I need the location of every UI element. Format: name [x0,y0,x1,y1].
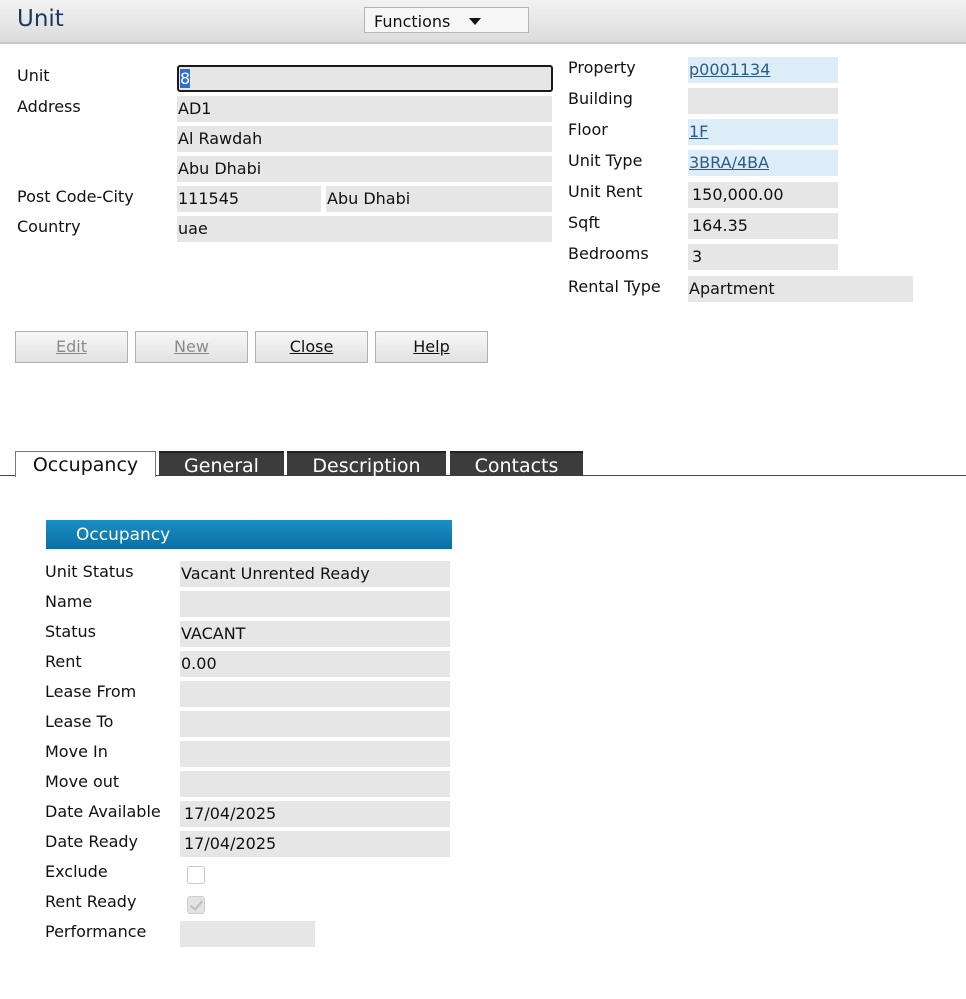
lease-from-field [180,681,450,707]
country-label: Country [17,217,81,236]
floor-link[interactable]: 1F [688,119,838,145]
sqft-label: Sqft [568,213,600,232]
rent-ready-label: Rent Ready [45,892,137,911]
rent-ready-checkbox[interactable] [187,896,205,914]
address-line2-field: Al Rawdah [177,126,552,152]
date-available-label: Date Available [45,802,161,821]
status-field: VACANT [180,621,450,647]
rental-type-field: Apartment [688,276,913,302]
postcode-field: 111545 [177,186,321,212]
help-button[interactable]: Help [375,331,488,363]
functions-label: Functions [374,12,451,31]
lease-to-field [180,711,450,737]
lease-from-label: Lease From [45,682,137,701]
tab-occupancy[interactable]: Occupancy [15,451,156,477]
move-out-field [180,771,450,797]
rental-type-label: Rental Type [568,277,661,296]
move-in-label: Move In [45,742,108,761]
performance-field [180,921,315,947]
occupancy-section-header: Occupancy [46,520,452,549]
name-field [180,591,450,617]
rent-field: 0.00 [180,651,450,677]
lease-to-label: Lease To [45,712,114,731]
rent-label: Rent [45,652,82,671]
performance-label: Performance [45,922,147,941]
property-label: Property [568,58,636,77]
address-line3-field: Abu Dhabi [177,156,552,182]
unit-status-field: Vacant Unrented Ready [180,561,450,587]
edit-button[interactable]: Edit [15,331,128,363]
floor-label: Floor [568,120,608,139]
country-field: uae [177,216,552,242]
new-button[interactable]: New [135,331,248,363]
exclude-label: Exclude [45,862,108,881]
city-field: Abu Dhabi [326,186,552,212]
sqft-field: 164.35 [688,213,838,239]
date-ready-field: 17/04/2025 [180,831,450,857]
name-label: Name [45,592,93,611]
tab-general[interactable]: General [159,451,284,477]
page-title: Unit [17,6,64,32]
address-line1-field: AD1 [177,96,552,122]
date-available-field: 17/04/2025 [180,801,450,827]
tab-contacts[interactable]: Contacts [450,451,583,477]
unit-type-label: Unit Type [568,151,643,170]
property-link[interactable]: p0001134 [688,57,838,83]
check-icon [189,897,204,911]
tab-description[interactable]: Description [287,451,446,477]
postcode-city-label: Post Code-City [17,187,134,206]
address-label: Address [17,97,81,116]
date-ready-label: Date Ready [45,832,138,851]
unit-value: 8 [180,69,191,88]
caret-down-icon [469,18,481,25]
exclude-checkbox[interactable] [187,866,205,884]
unit-rent-label: Unit Rent [568,182,643,201]
unit-status-label: Unit Status [45,562,134,581]
move-in-field [180,741,450,767]
move-out-label: Move out [45,772,120,791]
building-label: Building [568,89,633,108]
bedrooms-label: Bedrooms [568,244,649,263]
unit-label: Unit [17,66,50,85]
close-button[interactable]: Close [255,331,368,363]
status-label: Status [45,622,96,641]
unit-type-link[interactable]: 3BRA/4BA [688,150,838,176]
building-field [688,88,838,114]
unit-rent-field: 150,000.00 [688,182,838,208]
bedrooms-field: 3 [688,244,838,270]
functions-dropdown[interactable]: Functions [364,7,529,33]
unit-field[interactable]: 8 [177,65,553,92]
